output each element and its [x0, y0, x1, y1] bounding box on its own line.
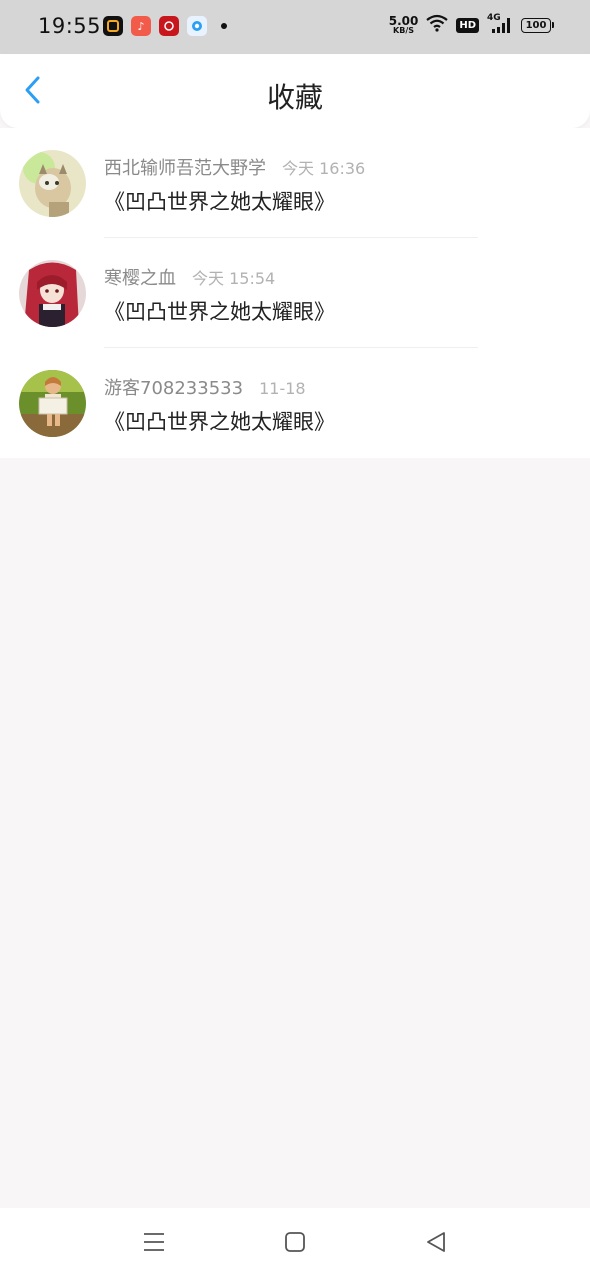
avatar[interactable]: [19, 370, 86, 437]
list-item[interactable]: 西北输师吾范大野学 今天 16:36 《凹凸世界之她太耀眼》: [0, 128, 590, 238]
back-icon: [425, 1231, 447, 1257]
music-icon: ♪: [131, 16, 151, 36]
app-icon-blue: [187, 16, 207, 36]
username[interactable]: 西北输师吾范大野学: [104, 154, 266, 180]
status-time: 19:55: [38, 14, 102, 38]
battery-icon: 100: [521, 17, 554, 33]
favorites-list: 西北输师吾范大野学 今天 16:36 《凹凸世界之她太耀眼》 寒樱之血 今天 1…: [0, 128, 590, 458]
timestamp: 今天 16:36: [282, 159, 366, 178]
timestamp: 今天 15:54: [192, 269, 276, 288]
page-title: 收藏: [266, 81, 323, 114]
back-nav-button[interactable]: [422, 1230, 450, 1258]
more-notifications-dot: [221, 23, 227, 29]
app-icon-red: [159, 16, 179, 36]
list-item[interactable]: 游客708233533 11-18 《凹凸世界之她太耀眼》: [0, 348, 590, 458]
avatar[interactable]: [19, 150, 86, 217]
avatar[interactable]: [19, 260, 86, 327]
username[interactable]: 游客708233533: [104, 374, 243, 400]
header: 收藏: [0, 54, 590, 128]
notification-icons: ♪: [103, 16, 227, 36]
username[interactable]: 寒樱之血: [104, 264, 176, 290]
book-title[interactable]: 《凹凸世界之她太耀眼》: [104, 406, 335, 436]
book-title[interactable]: 《凹凸世界之她太耀眼》: [104, 296, 335, 326]
status-right: 5.00 KB/S HD 4G 100: [388, 13, 554, 36]
list-item[interactable]: 寒樱之血 今天 15:54 《凹凸世界之她太耀眼》: [0, 238, 590, 348]
menu-button[interactable]: [140, 1230, 168, 1258]
signal-icon: 4G: [487, 13, 513, 35]
status-bar: 19:55 ♪ 5.00 KB/S HD 4G 100: [0, 0, 590, 54]
book-title[interactable]: 《凹凸世界之她太耀眼》: [104, 186, 335, 216]
wifi-icon: [426, 14, 449, 36]
home-icon: [284, 1231, 306, 1257]
app-icon-1: [103, 16, 123, 36]
hd-badge: HD: [456, 17, 479, 33]
system-nav-bar: [0, 1208, 590, 1280]
meta-line: 西北输师吾范大野学 今天 16:36: [104, 154, 365, 180]
timestamp: 11-18: [259, 379, 306, 398]
net-speed: 5.00 KB/S: [388, 14, 419, 35]
menu-icon: [142, 1231, 166, 1257]
meta-line: 寒樱之血 今天 15:54: [104, 264, 275, 290]
meta-line: 游客708233533 11-18: [104, 374, 306, 400]
home-button[interactable]: [281, 1230, 309, 1258]
